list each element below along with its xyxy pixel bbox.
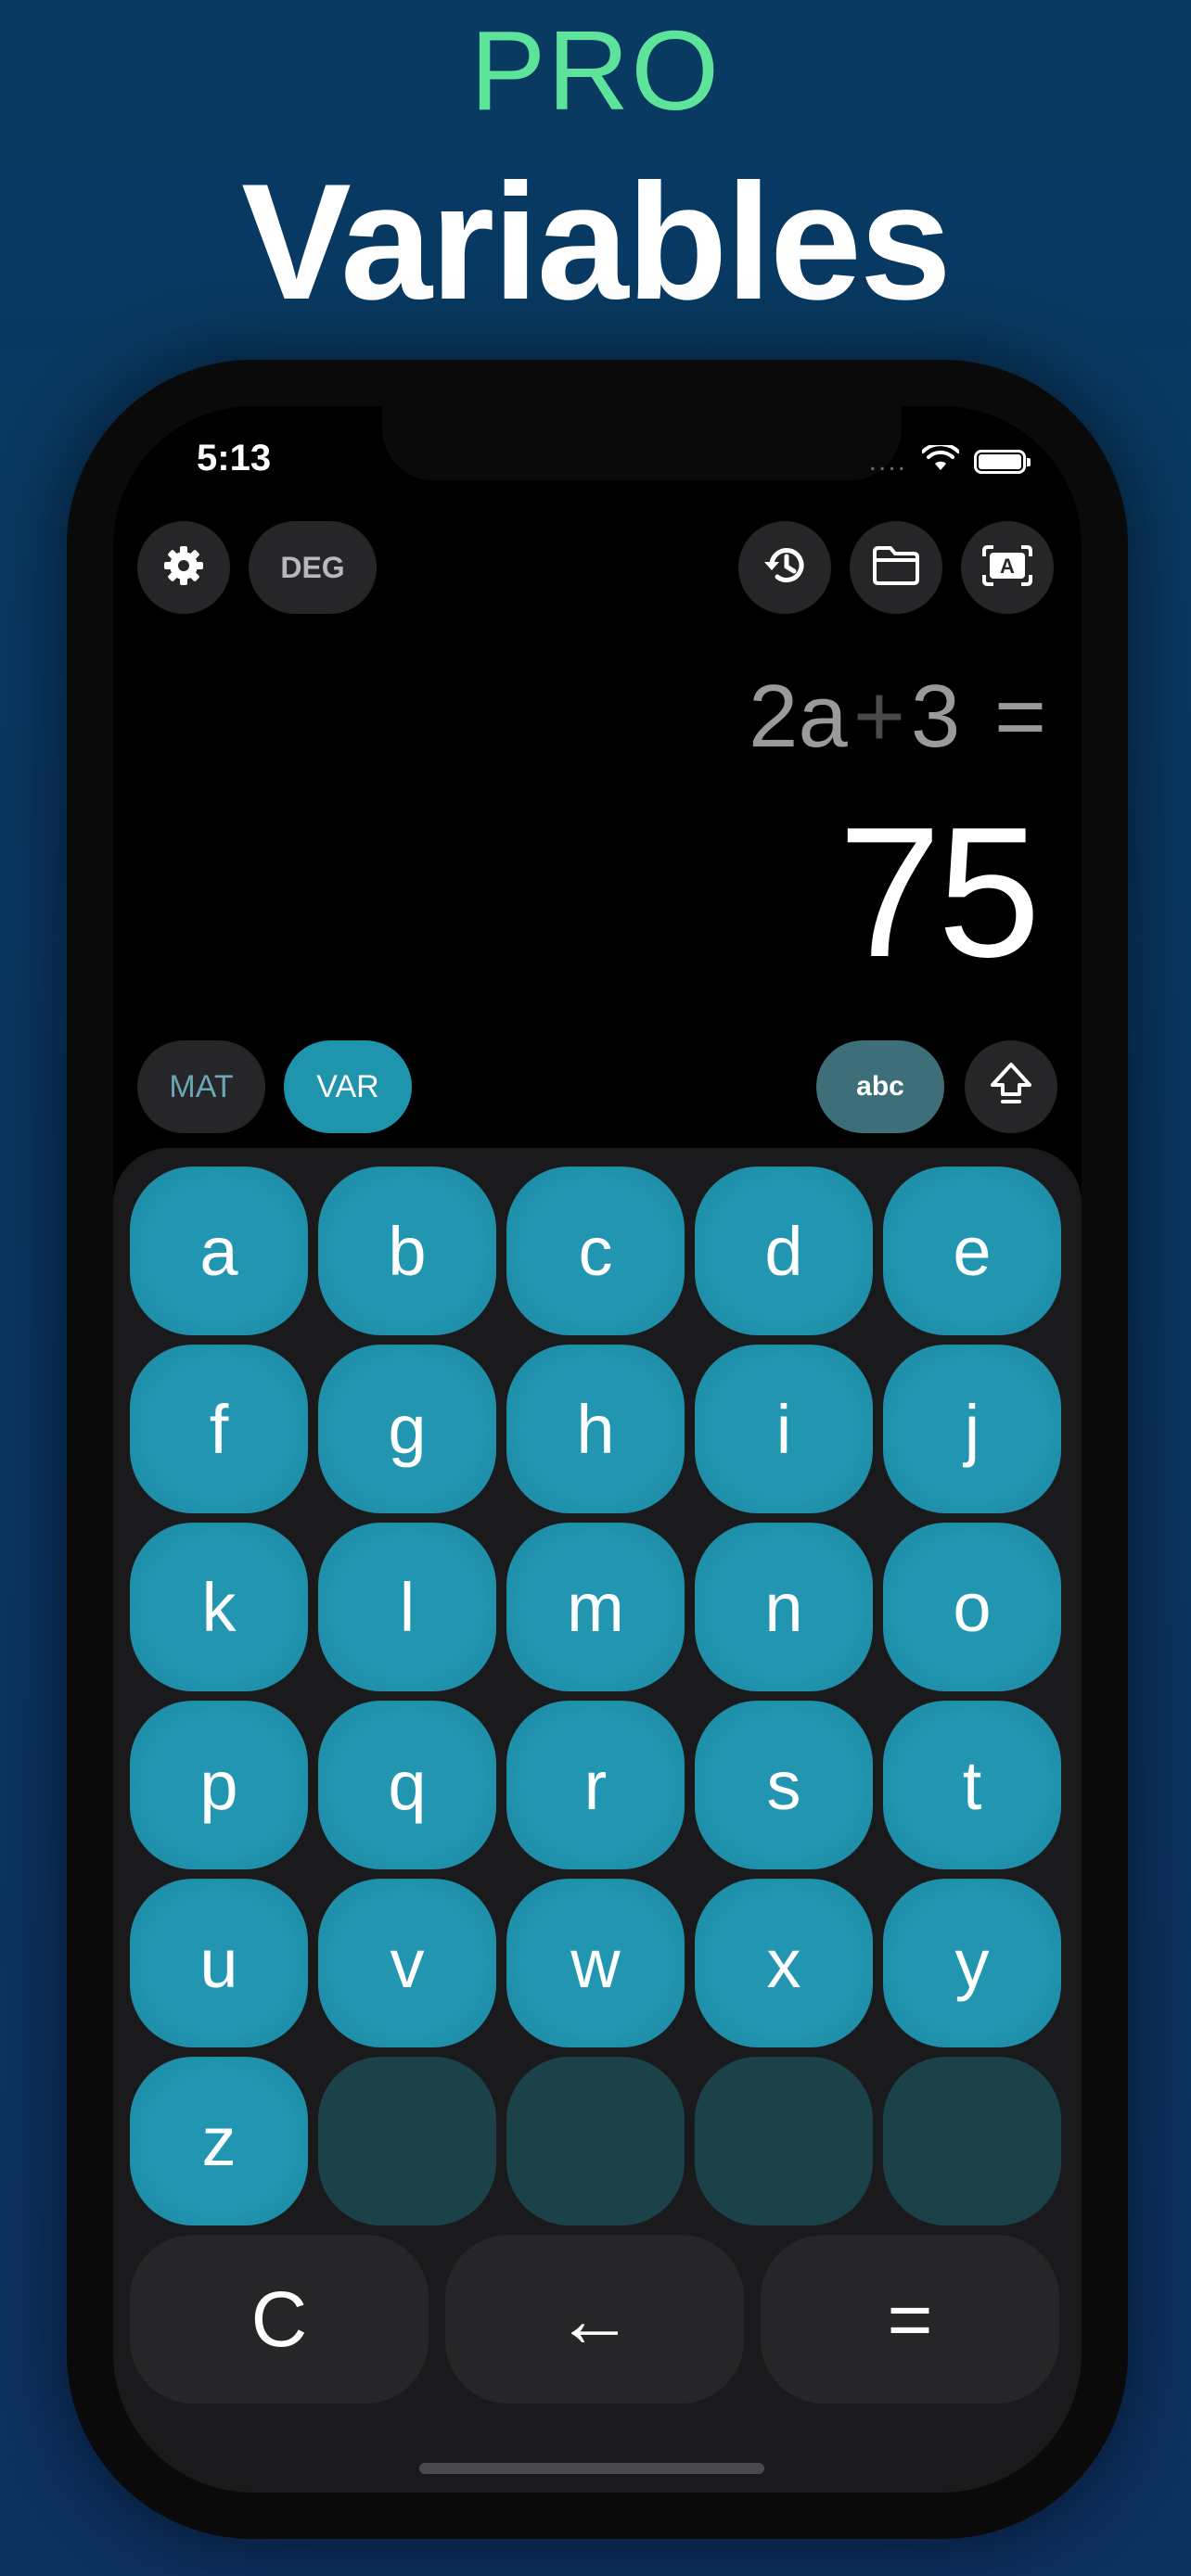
expression-equals: = (993, 667, 1046, 766)
key-r[interactable]: r (506, 1701, 685, 1869)
gear-icon (160, 542, 207, 593)
home-indicator[interactable] (419, 2463, 764, 2474)
promo-pro-label: PRO (469, 7, 722, 134)
folder-icon (870, 543, 922, 593)
key-s[interactable]: s (695, 1701, 873, 1869)
key-i[interactable]: i (695, 1345, 873, 1513)
key-f[interactable]: f (130, 1345, 308, 1513)
app-screen: 5:13 .... DEG A 2a+3 = 75 MAT VAR abc a … (113, 406, 1082, 2493)
variable-screen-icon: A (980, 543, 1034, 593)
abc-mode-button[interactable]: abc (816, 1040, 944, 1133)
result-display: 75 (838, 789, 1041, 996)
empty-key-slot (695, 2057, 873, 2225)
expression-operator: + (852, 667, 905, 766)
shift-button[interactable] (965, 1040, 1057, 1133)
key-j[interactable]: j (883, 1345, 1061, 1513)
key-c[interactable]: c (506, 1167, 685, 1335)
key-p[interactable]: p (130, 1701, 308, 1869)
wifi-icon (921, 442, 960, 478)
key-g[interactable]: g (318, 1345, 496, 1513)
signal-icon: .... (868, 445, 907, 477)
notch (382, 406, 902, 480)
key-k[interactable]: k (130, 1523, 308, 1691)
battery-icon (974, 449, 1031, 474)
key-l[interactable]: l (318, 1523, 496, 1691)
svg-text:A: A (1000, 555, 1015, 578)
key-q[interactable]: q (318, 1701, 496, 1869)
key-y[interactable]: y (883, 1879, 1061, 2047)
folder-button[interactable] (850, 521, 942, 614)
backspace-button[interactable]: ← (445, 2235, 744, 2404)
status-time: 5:13 (197, 438, 272, 478)
mat-mode-button[interactable]: MAT (137, 1040, 265, 1133)
var-mode-button[interactable]: VAR (284, 1040, 412, 1133)
shift-icon (989, 1061, 1033, 1114)
key-o[interactable]: o (883, 1523, 1061, 1691)
angle-mode-button[interactable]: DEG (249, 521, 377, 614)
variables-screen-button[interactable]: A (961, 521, 1054, 614)
key-u[interactable]: u (130, 1879, 308, 2047)
expression-left: 2a (749, 667, 848, 766)
empty-key-slot (883, 2057, 1061, 2225)
status-icons: .... (868, 442, 1031, 478)
key-a[interactable]: a (130, 1167, 308, 1335)
key-d[interactable]: d (695, 1167, 873, 1335)
history-icon (759, 540, 811, 596)
key-e[interactable]: e (883, 1167, 1061, 1335)
key-m[interactable]: m (506, 1523, 685, 1691)
key-b[interactable]: b (318, 1167, 496, 1335)
empty-key-slot (318, 2057, 496, 2225)
key-t[interactable]: t (883, 1701, 1061, 1869)
key-z[interactable]: z (130, 2057, 308, 2225)
key-v[interactable]: v (318, 1879, 496, 2047)
clear-button[interactable]: C (130, 2235, 429, 2404)
key-w[interactable]: w (506, 1879, 685, 2047)
promo-title: Variables (241, 149, 952, 334)
key-n[interactable]: n (695, 1523, 873, 1691)
expression-display: 2a+3 = (749, 666, 1046, 768)
key-h[interactable]: h (506, 1345, 685, 1513)
history-button[interactable] (738, 521, 831, 614)
key-x[interactable]: x (695, 1879, 873, 2047)
equals-button[interactable]: = (761, 2235, 1059, 2404)
expression-right: 3 (910, 667, 961, 766)
settings-button[interactable] (137, 521, 230, 614)
phone-frame: 5:13 .... DEG A 2a+3 = 75 MAT VAR abc a … (67, 360, 1128, 2539)
empty-key-slot (506, 2057, 685, 2225)
